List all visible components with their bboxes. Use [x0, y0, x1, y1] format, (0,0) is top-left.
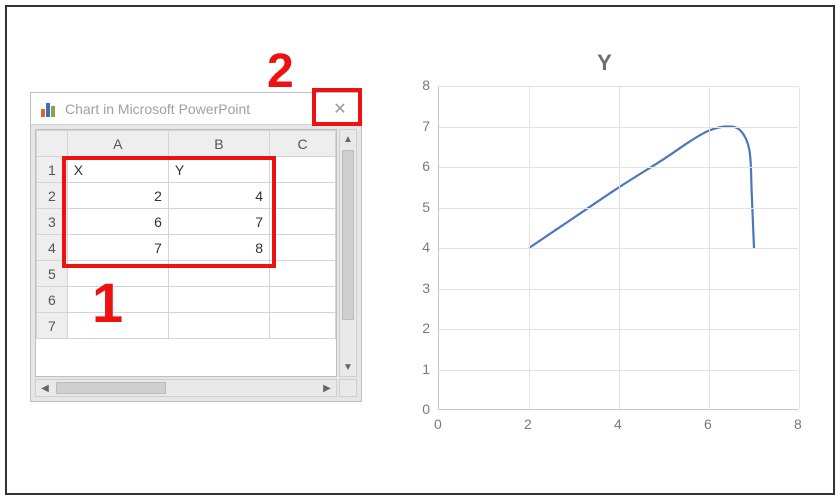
y-tick-label: 1: [422, 361, 430, 377]
cell[interactable]: [270, 157, 336, 183]
scroll-right-icon[interactable]: ▶: [318, 380, 336, 396]
x-tick-label: 0: [434, 416, 442, 432]
scroll-left-icon[interactable]: ◀: [36, 380, 54, 396]
scroll-down-icon[interactable]: ▼: [340, 358, 356, 376]
scroll-up-icon[interactable]: ▲: [340, 130, 356, 148]
row-header[interactable]: 6: [37, 287, 68, 313]
row-header[interactable]: 7: [37, 313, 68, 339]
table-row: 3 6 7: [37, 209, 336, 235]
row-header[interactable]: 1: [37, 157, 68, 183]
cell[interactable]: 2: [67, 183, 168, 209]
row-header[interactable]: 5: [37, 261, 68, 287]
cell[interactable]: [168, 261, 269, 287]
cell[interactable]: [270, 183, 336, 209]
cell[interactable]: [168, 287, 269, 313]
x-tick-label: 6: [704, 416, 712, 432]
col-header-C[interactable]: C: [270, 131, 336, 157]
table-row: 5: [37, 261, 336, 287]
col-header-B[interactable]: B: [168, 131, 269, 157]
grid-area[interactable]: A B C 1 X Y 2 2 4 3 6: [35, 129, 337, 377]
cell[interactable]: [168, 313, 269, 339]
scroll-corner: [339, 379, 357, 397]
row-header[interactable]: 4: [37, 235, 68, 261]
table-row: 6: [37, 287, 336, 313]
chart-app-icon: [41, 101, 57, 117]
table-row: 7: [37, 313, 336, 339]
cell[interactable]: [67, 261, 168, 287]
table-row: 4 7 8: [37, 235, 336, 261]
cell[interactable]: [270, 287, 336, 313]
y-tick-label: 5: [422, 199, 430, 215]
sheet-titlebar[interactable]: Chart in Microsoft PowerPoint ✕: [31, 93, 361, 125]
cell[interactable]: [270, 313, 336, 339]
select-all-corner[interactable]: [37, 131, 68, 157]
vscroll-thumb[interactable]: [342, 150, 354, 320]
chart-plot-area: 01234567802468: [438, 86, 798, 410]
y-tick-label: 7: [422, 118, 430, 134]
x-tick-label: 2: [524, 416, 532, 432]
cell[interactable]: 7: [168, 209, 269, 235]
vertical-scrollbar[interactable]: ▲ ▼: [339, 129, 357, 377]
cell[interactable]: [67, 313, 168, 339]
y-tick-label: 2: [422, 320, 430, 336]
close-button[interactable]: ✕: [325, 94, 355, 124]
cell[interactable]: 4: [168, 183, 269, 209]
cell[interactable]: Y: [168, 157, 269, 183]
sheet-body: A B C 1 X Y 2 2 4 3 6: [31, 125, 361, 401]
y-tick-label: 0: [422, 401, 430, 417]
cell[interactable]: 7: [67, 235, 168, 261]
sheet-title: Chart in Microsoft PowerPoint: [65, 101, 325, 117]
y-tick-label: 8: [422, 77, 430, 93]
cell[interactable]: [270, 235, 336, 261]
sheet-window: Chart in Microsoft PowerPoint ✕ A B C 1 …: [30, 92, 362, 402]
col-header-A[interactable]: A: [67, 131, 168, 157]
cell[interactable]: [270, 261, 336, 287]
x-tick-label: 4: [614, 416, 622, 432]
close-icon: ✕: [333, 99, 346, 119]
y-tick-label: 6: [422, 158, 430, 174]
spreadsheet-grid[interactable]: A B C 1 X Y 2 2 4 3 6: [36, 130, 336, 339]
row-header[interactable]: 2: [37, 183, 68, 209]
cell[interactable]: X: [67, 157, 168, 183]
cell[interactable]: [270, 209, 336, 235]
x-tick-label: 8: [794, 416, 802, 432]
chart-title: Y: [400, 50, 810, 76]
y-tick-label: 3: [422, 280, 430, 296]
cell[interactable]: 6: [67, 209, 168, 235]
horizontal-scrollbar[interactable]: ◀ ▶: [35, 379, 337, 397]
chart-panel: Y 01234567802468: [400, 50, 810, 430]
y-tick-label: 4: [422, 239, 430, 255]
hscroll-thumb[interactable]: [56, 382, 166, 394]
table-row: 1 X Y: [37, 157, 336, 183]
table-row: 2 2 4: [37, 183, 336, 209]
cell[interactable]: 8: [168, 235, 269, 261]
cell[interactable]: [67, 287, 168, 313]
row-header[interactable]: 3: [37, 209, 68, 235]
